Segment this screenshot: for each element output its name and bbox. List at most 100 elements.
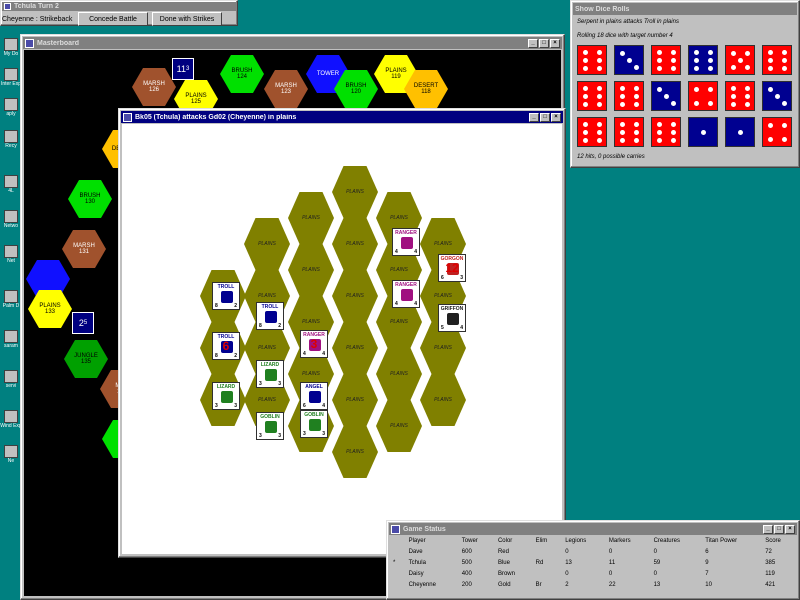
battle-hex[interactable]: PLAINS [332,166,378,218]
status-title: Game Status [403,525,446,533]
die-pip [627,58,632,63]
battle-map[interactable]: PLAINS PLAINS PLAINS PLAINS PLAINS PLAINS PLAI… [122,124,562,554]
die-pip [657,87,662,92]
die-pip [745,94,750,99]
masterboard-hex[interactable]: PLAINS 133 [28,290,72,328]
creature-chit[interactable]: RANGER 4 4 [392,280,420,308]
dice-line-2: Rolling 18 dice with target number 4 [577,33,673,39]
battle-hex[interactable]: PLAINS [332,426,378,478]
minimize-button[interactable]: _ [763,524,773,534]
desktop-icon[interactable]: servi [2,370,20,389]
desktop-icon[interactable]: Ne [2,445,20,464]
dice-titlebar[interactable]: Show Dice Rolls [573,3,797,15]
battle-hex[interactable]: PLAINS [332,270,378,322]
hex-text: PLAINS 125 [185,93,206,105]
battle-hex[interactable]: PLAINS [332,322,378,374]
close-button[interactable]: × [550,38,560,48]
minimize-button[interactable]: _ [529,112,539,122]
battle-hex[interactable]: PLAINS [288,244,334,296]
creature-chit[interactable]: TROLL 8 2 [212,282,240,310]
dice-line-1: Serpent in plains attacks Troll in plain… [577,19,679,25]
creature-skill: 3 [278,381,281,387]
creature-chit[interactable]: GORGON 6 3 12 [438,254,466,282]
desktop-icon[interactable]: saram [2,330,20,349]
creature-chit[interactable]: LIZARD 3 3 [256,360,284,388]
desktop-icon[interactable]: 4L [2,175,20,194]
battle-hex[interactable]: PLAINS [332,374,378,426]
desktop-icon[interactable]: Inter Exp [1,68,21,87]
concede-battle-button[interactable]: Concede Battle [78,12,148,26]
minimize-button[interactable]: _ [528,38,538,48]
status-cell: 22 [608,581,616,588]
die-pip [597,66,602,71]
status-cell: 13 [653,581,661,588]
control-window-titlebar[interactable]: Tchula Turn 2 [2,2,236,11]
masterboard-hex[interactable]: MARSH 131 [62,230,106,268]
hex-number: 126 [148,87,159,93]
status-cell: 0 [653,570,657,577]
close-button[interactable]: × [785,524,795,534]
hex-number: 123 [280,89,291,95]
die-pip [657,58,662,63]
masterboard-hex[interactable]: BRUSH 130 [68,180,112,218]
legion-marker[interactable]: 11 3 [172,58,194,80]
battle-hex[interactable]: PLAINS [332,218,378,270]
masterboard-hex[interactable]: BRUSH 124 [220,55,264,93]
desktop-icon-glyph [4,68,18,81]
creature-chit[interactable]: GOBLIN 3 3 [300,410,328,438]
battle-hex-label: PLAINS [390,215,408,221]
die-pip [583,58,588,63]
masterboard-hex[interactable]: MARSH 123 [264,70,308,108]
battle-titlebar[interactable]: Bk05 (Tchula) attacks Gd02 (Cheyenne) in… [121,111,563,123]
creature-skill: 3 [322,431,325,437]
battle-hex[interactable]: PLAINS [244,218,290,270]
status-cell: 0 [565,548,569,555]
masterboard-titlebar[interactable]: Masterboard _ □ × [23,37,562,49]
creature-chit[interactable]: RANGER 4 4 3 [300,330,328,358]
hex-terrain-label: TOWER [316,71,340,77]
creature-chit[interactable]: TROLL 8 2 [256,302,284,330]
creature-chit[interactable]: GRIFFON 5 4 [438,304,466,332]
die-pip [634,122,639,127]
battle-hex[interactable]: PLAINS [376,348,422,400]
desktop-icon[interactable]: Palm D [2,290,20,309]
creature-figure-icon [309,391,321,403]
hex-number: 131 [78,249,89,255]
status-cell: 6 [705,548,709,555]
die-pip [597,94,602,99]
creature-chit[interactable]: RANGER 4 4 [392,228,420,256]
hex-text: DESERT 118 [414,83,438,95]
creature-chit[interactable]: TROLL 8 2 6 [212,332,240,360]
masterboard-title: Masterboard [37,39,80,47]
battle-hex[interactable]: PLAINS [288,192,334,244]
creature-chit[interactable]: GOBLIN 3 3 [256,412,284,440]
battle-hex[interactable]: PLAINS [376,400,422,452]
close-button[interactable]: × [551,112,561,122]
desktop-icon[interactable]: Net [2,245,20,264]
desktop-icon[interactable]: aply [2,98,20,117]
creature-chit[interactable]: ANGEL 6 4 [300,382,328,410]
desktop-icon[interactable]: Recy [2,130,20,149]
creature-power: 8 [215,303,218,309]
die-pip [708,50,713,55]
maximize-button[interactable]: □ [774,524,784,534]
die [651,117,681,147]
die-pip [782,66,787,71]
die-pip [731,94,736,99]
maximize-button[interactable]: □ [539,38,549,48]
desktop-icon[interactable]: Netwo [2,210,20,229]
status-titlebar[interactable]: Game Status _ □ × [389,523,797,535]
desktop-icon[interactable]: Wind Exp [0,410,22,429]
desktop-icon[interactable]: My Do [2,38,20,57]
masterboard-hex[interactable]: JUNGLE 135 [64,340,108,378]
die [762,45,792,75]
creature-chit[interactable]: LIZARD 3 3 [212,382,240,410]
masterboard-hex[interactable]: MARSH 126 [132,68,176,106]
creature-skill: 4 [460,325,463,331]
battle-hex[interactable]: PLAINS [420,374,466,426]
done-with-strikes-button[interactable]: Done with Strikes [152,12,222,26]
creature-power: 3 [259,433,262,439]
maximize-button[interactable]: □ [540,112,550,122]
die-pip [782,50,787,55]
legion-marker[interactable]: 25 [72,312,94,334]
